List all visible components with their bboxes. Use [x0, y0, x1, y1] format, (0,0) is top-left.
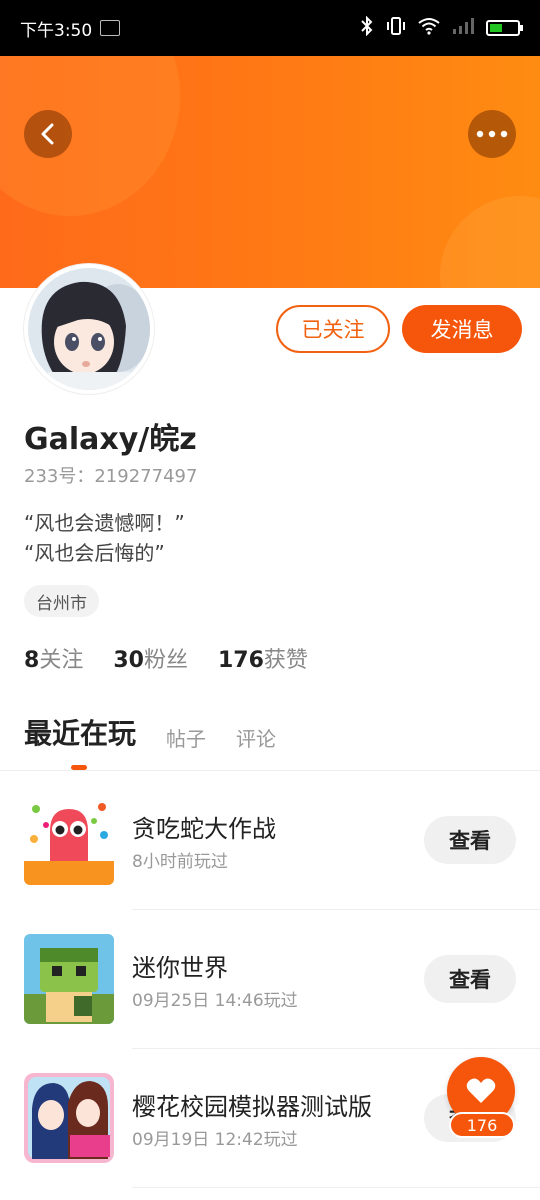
bio-line: “风也会后悔的” — [24, 541, 165, 565]
game-list-item[interactable]: 贪吃蛇大作战 8小时前玩过 查看 — [24, 795, 540, 885]
divider — [132, 1048, 540, 1049]
stat-likes[interactable]: 176获赞 — [218, 642, 308, 674]
stat-label: 粉丝 — [143, 648, 188, 673]
profile-banner — [0, 56, 540, 288]
back-button[interactable] — [24, 110, 72, 158]
game-list-item[interactable]: 迷你世界 09月25日 14:46玩过 查看 — [24, 934, 540, 1024]
stat-number: 176 — [217, 648, 264, 673]
divider — [132, 909, 540, 910]
send-message-button[interactable]: 发消息 — [402, 305, 522, 353]
game-last-played: 8小时前玩过 — [132, 852, 228, 872]
tab-recently-played[interactable]: 最近在玩 — [24, 712, 136, 758]
wifi-icon — [418, 17, 440, 40]
user-id: 233号：219277497 — [24, 466, 198, 487]
stat-number: 30 — [113, 648, 144, 673]
followed-button[interactable]: 已关注 — [276, 305, 390, 353]
tab-comments[interactable]: 评论 — [236, 723, 276, 758]
stat-label: 关注 — [39, 648, 84, 673]
tab-posts[interactable]: 帖子 — [166, 723, 206, 758]
profile-tabs: 最近在玩 帖子 评论 — [24, 712, 276, 758]
game-last-played: 09月25日 14:46玩过 — [132, 991, 298, 1011]
game-title: 樱花校园模拟器测试版 — [132, 1093, 372, 1121]
bluetooth-icon — [360, 15, 374, 41]
game-icon-snake — [24, 795, 114, 885]
like-count-badge: 176 — [449, 1112, 515, 1138]
stat-following[interactable]: 8关注 — [24, 642, 83, 674]
game-icon-sakura-school — [24, 1073, 114, 1163]
game-title: 贪吃蛇大作战 — [132, 815, 276, 843]
divider — [132, 1187, 540, 1188]
username: Galaxy/皖z — [24, 422, 197, 457]
view-button[interactable]: 查看 — [424, 816, 516, 864]
status-bar: 下午3:50 — [0, 0, 540, 56]
battery-icon — [486, 20, 523, 36]
bio-line: “风也会遗憾啊！” — [24, 511, 185, 535]
bio: “风也会遗憾啊！” “风也会后悔的” — [24, 508, 185, 568]
game-last-played: 09月19日 12:42玩过 — [132, 1130, 298, 1150]
more-dots-icon — [476, 130, 508, 138]
stats-row: 8关注 30粉丝 176获赞 — [24, 642, 308, 674]
keyboard-icon — [100, 20, 121, 36]
vibrate-icon — [386, 16, 406, 41]
location-tag: 台州市 — [24, 585, 99, 617]
signal-icon — [452, 17, 474, 40]
stat-number: 8 — [24, 648, 40, 673]
avatar[interactable] — [24, 264, 154, 394]
chevron-left-icon — [41, 123, 54, 145]
more-button[interactable] — [468, 110, 516, 158]
stat-followers[interactable]: 30粉丝 — [113, 642, 188, 674]
status-time: 下午3:50 — [20, 20, 93, 41]
game-icon-mini-world — [24, 934, 114, 1024]
game-title: 迷你世界 — [132, 954, 228, 982]
heart-icon — [466, 1078, 496, 1103]
stat-label: 获赞 — [263, 648, 308, 673]
divider — [0, 770, 540, 771]
view-button[interactable]: 查看 — [424, 955, 516, 1003]
